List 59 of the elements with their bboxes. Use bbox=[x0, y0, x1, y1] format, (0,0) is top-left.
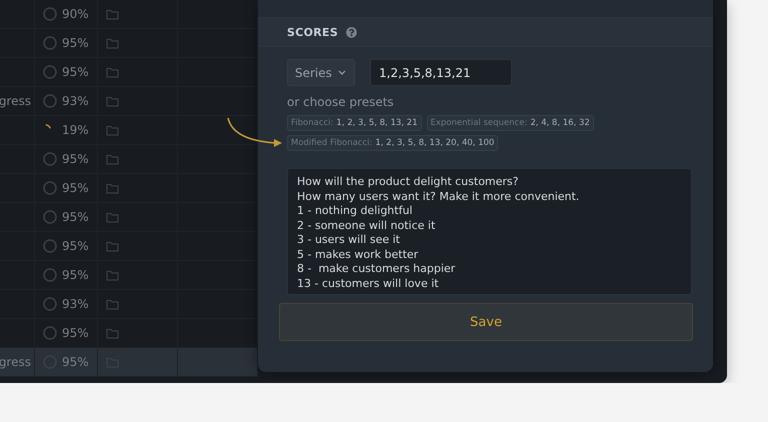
status-ring-icon bbox=[43, 7, 57, 21]
percent-text: 95% bbox=[62, 239, 89, 253]
percent-text: 95% bbox=[62, 268, 89, 282]
table-row[interactable]: 95% bbox=[0, 232, 258, 261]
preset-chip[interactable]: Modified Fibonacci: 1, 2, 3, 5, 8, 13, 20, 40, 100 bbox=[287, 135, 498, 151]
chevron-down-icon bbox=[338, 70, 346, 76]
percent-text: 95% bbox=[62, 181, 89, 195]
folder-icon bbox=[106, 154, 119, 164]
percent-text: 95% bbox=[62, 326, 89, 340]
folder-icon bbox=[106, 38, 119, 48]
status-ring-icon bbox=[43, 94, 57, 108]
folder-icon bbox=[106, 212, 119, 222]
section-title: SCORES bbox=[287, 26, 338, 38]
table-row[interactable]: 93% bbox=[0, 290, 258, 319]
percent-text: 95% bbox=[62, 210, 89, 224]
folder-icon bbox=[106, 66, 119, 78]
table-row[interactable]: 95% bbox=[0, 58, 258, 87]
status-ring-icon bbox=[43, 65, 57, 79]
percent-text: 95% bbox=[62, 152, 89, 166]
status-ring-icon bbox=[43, 297, 57, 311]
percent-text: 95% bbox=[62, 65, 89, 79]
percent-text: 95% bbox=[62, 355, 89, 369]
table-row[interactable]: 19% bbox=[0, 116, 258, 145]
status-ring-icon bbox=[43, 326, 57, 340]
series-dropdown[interactable]: Series bbox=[287, 59, 355, 86]
table-row[interactable]: 90% bbox=[0, 0, 258, 29]
table-row[interactable]: 95% bbox=[0, 261, 258, 290]
folder-icon bbox=[106, 270, 119, 280]
percent-text: 19% bbox=[62, 123, 89, 137]
table-row[interactable]: 95% bbox=[0, 29, 258, 58]
folder-icon bbox=[106, 240, 119, 252]
table-row[interactable]: 95% bbox=[0, 203, 258, 232]
help-icon[interactable] bbox=[346, 26, 358, 38]
folder-icon bbox=[106, 328, 119, 338]
status-ring-icon bbox=[43, 181, 57, 195]
folder-icon bbox=[106, 298, 119, 310]
status-ring-icon bbox=[43, 210, 57, 224]
presets-hint: or choose presets bbox=[287, 95, 395, 109]
folder-icon bbox=[106, 124, 119, 136]
status-ring-icon bbox=[43, 239, 57, 253]
percent-text: 93% bbox=[62, 297, 89, 311]
series-input[interactable]: 1,2,3,5,8,13,21 bbox=[370, 59, 512, 86]
percent-text: 93% bbox=[62, 94, 89, 108]
preset-chip[interactable]: Exponential sequence: 2, 4, 8, 16, 32 bbox=[426, 115, 594, 131]
folder-icon bbox=[106, 96, 119, 106]
spinner-icon bbox=[45, 124, 51, 129]
status-ring-icon bbox=[43, 152, 57, 166]
preset-chip[interactable]: Fibonacci: 1, 2, 3, 5, 8, 13, 21 bbox=[287, 115, 422, 131]
table-row[interactable]: 95% bbox=[0, 319, 258, 348]
status-ring-icon bbox=[43, 268, 57, 282]
table-row[interactable]: 95% bbox=[0, 145, 258, 174]
save-button[interactable]: Save bbox=[279, 303, 693, 341]
percent-text: 90% bbox=[62, 7, 89, 21]
table-row[interactable]: 95% bbox=[0, 174, 258, 203]
percent-text: 95% bbox=[62, 36, 89, 50]
folder-icon bbox=[106, 8, 119, 20]
description-textarea[interactable]: How will the product delight customers? How many users want it? Make it more convenient. 1 - nothing delightful 2 - someone will notice it 3 - users will see it 5 - makes work better 8 - make customers happier 13 - customers will love it bbox=[287, 168, 692, 295]
status-ring-icon bbox=[43, 36, 57, 50]
folder-icon bbox=[106, 182, 119, 194]
